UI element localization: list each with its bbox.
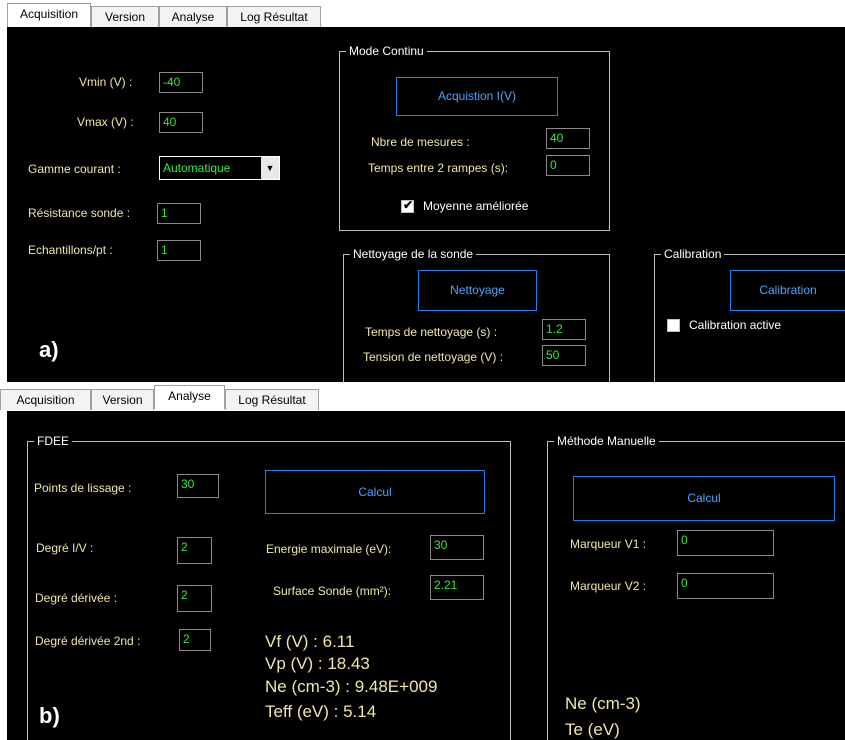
nettoyage-title: Nettoyage de la sonde xyxy=(350,247,477,261)
gamme-label: Gamme courant : xyxy=(28,162,121,176)
points-lissage-label: Points de lissage : xyxy=(34,481,132,495)
methode-manuelle-title: Méthode Manuelle xyxy=(554,434,659,448)
nettoyage-button[interactable]: Nettoyage xyxy=(418,270,537,311)
vmin-input[interactable]: -40 xyxy=(159,72,203,93)
tension-nettoyage-label: Tension de nettoyage (V) : xyxy=(363,350,504,364)
panel-b-corner-label: b) xyxy=(39,703,60,728)
temps-rampes-input[interactable]: 0 xyxy=(546,155,590,176)
tab-acquisition-b[interactable]: Acquisition xyxy=(0,389,91,410)
energie-max-label: Energie maximale (eV): xyxy=(266,542,392,556)
acquisition-panel: Vmin (V) : -40 Vmax (V) : 40 Gamme coura… xyxy=(7,27,845,389)
tab-analyse[interactable]: Analyse xyxy=(159,6,227,27)
calibration-title: Calibration xyxy=(661,247,725,261)
temps-rampes-label: Temps entre 2 rampes (s): xyxy=(368,161,509,175)
chevron-down-icon[interactable]: ▼ xyxy=(261,157,279,179)
mode-continu-title: Mode Continu xyxy=(346,44,427,58)
nbre-mesures-input[interactable]: 40 xyxy=(546,128,590,149)
echantillons-label: Echantillons/pt : xyxy=(28,243,113,257)
degre-derivee-2nd-input[interactable]: 2 xyxy=(179,629,211,651)
gamme-select[interactable]: Automatique ▼ xyxy=(159,156,280,180)
calibration-active-checkbox[interactable] xyxy=(667,319,680,332)
echantillons-input[interactable]: 1 xyxy=(157,240,201,261)
points-lissage-input[interactable]: 30 xyxy=(177,474,219,498)
tab-version[interactable]: Version xyxy=(91,6,159,27)
fdee-calcul-button[interactable]: Calcul xyxy=(265,470,485,514)
degre-derivee-input[interactable]: 2 xyxy=(177,585,212,612)
vp-result: Vp (V) : 18.43 xyxy=(265,654,370,673)
tab-version-b[interactable]: Version xyxy=(91,389,154,410)
tab-log-resultat[interactable]: Log Résultat xyxy=(227,6,321,27)
degre-iv-label: Degré I/V : xyxy=(36,541,94,555)
moyenne-checkbox[interactable]: ✔ xyxy=(401,198,414,213)
marqueur-v2-input[interactable]: 0 xyxy=(677,573,774,599)
tab-acquisition[interactable]: Acquisition xyxy=(7,3,91,27)
manuelle-te-result: Te (eV) xyxy=(565,720,620,739)
ne-result: Ne (cm-3) : 9.48E+009 xyxy=(265,677,438,696)
marqueur-v1-label: Marqueur V1 : xyxy=(570,537,647,551)
energie-max-input[interactable]: 30 xyxy=(430,535,484,560)
check-icon: ✔ xyxy=(403,198,414,212)
calibration-button[interactable]: Calibration xyxy=(730,270,845,311)
fdee-title: FDEE xyxy=(34,434,73,448)
degre-iv-input[interactable]: 2 xyxy=(177,537,212,564)
tab-strip-a: Acquisition Version Analyse Log Résultat xyxy=(0,0,845,27)
vmax-input[interactable]: 40 xyxy=(159,112,203,133)
panel-a-corner-label: a) xyxy=(39,337,59,362)
surface-sonde-label: Surface Sonde (mm²): xyxy=(273,584,392,598)
resistance-input[interactable]: 1 xyxy=(157,203,201,224)
degre-derivee-label: Degré dérivée : xyxy=(35,591,118,605)
analyse-panel: FDEE Points de lissage : 30 Calcul Degré… xyxy=(7,411,845,740)
vmax-label: Vmax (V) : xyxy=(77,115,134,129)
moyenne-label: Moyenne améliorée xyxy=(423,199,529,213)
manuelle-calcul-button[interactable]: Calcul xyxy=(573,476,835,521)
calibration-active-label: Calibration active xyxy=(689,318,782,332)
manuelle-ne-result: Ne (cm-3) xyxy=(565,694,641,713)
nbre-mesures-label: Nbre de mesures : xyxy=(371,135,470,149)
tab-strip-b: Acquisition Version Analyse Log Résultat xyxy=(0,383,845,411)
marqueur-v1-input[interactable]: 0 xyxy=(677,530,774,556)
temps-nettoyage-label: Temps de nettoyage (s) : xyxy=(365,325,498,339)
surface-sonde-input[interactable]: 2.21 xyxy=(430,575,484,600)
acquisition-iv-button[interactable]: Acquistion I(V) xyxy=(396,77,558,116)
degre-derivee-2nd-label: Degré dérivée 2nd : xyxy=(35,634,141,648)
resistance-label: Résistance sonde : xyxy=(28,206,131,220)
tension-nettoyage-input[interactable]: 50 xyxy=(542,345,586,366)
vf-result: Vf (V) : 6.11 xyxy=(265,632,355,651)
gamme-value: Automatique xyxy=(163,161,231,175)
tab-log-resultat-b[interactable]: Log Résultat xyxy=(225,389,319,410)
marqueur-v2-label: Marqueur V2 : xyxy=(570,579,647,593)
temps-nettoyage-input[interactable]: 1.2 xyxy=(542,319,586,340)
tab-analyse-b[interactable]: Analyse xyxy=(154,385,225,409)
vmin-label: Vmin (V) : xyxy=(79,75,133,89)
teff-result: Teff (eV) : 5.14 xyxy=(265,702,377,721)
